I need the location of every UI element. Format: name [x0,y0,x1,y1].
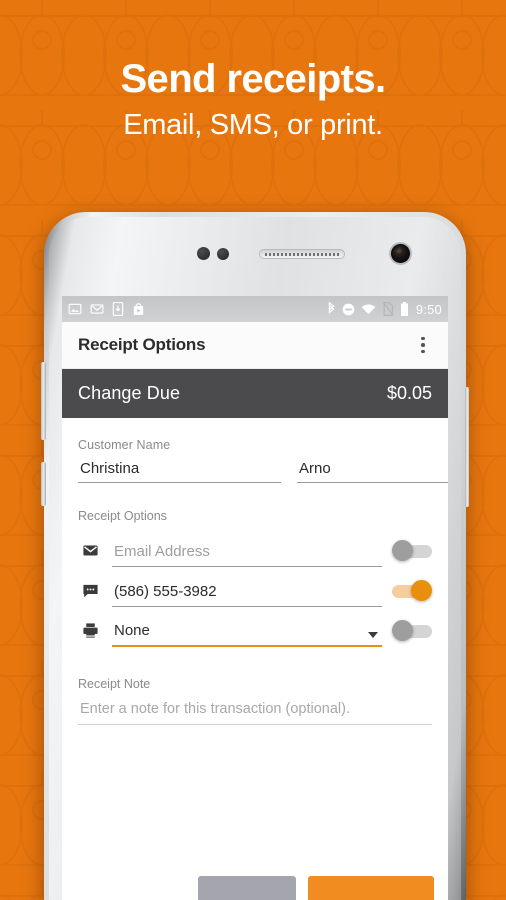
volume-button[interactable] [41,362,46,440]
status-bar-notifications [68,302,145,316]
phone-number-input[interactable] [112,581,382,607]
no-sim-icon [382,302,394,316]
phone-device: 9:50 Receipt Options Change Due $0.05 Cu… [41,212,469,900]
promo-background: Send receipts. Email, SMS, or print. 9:5… [0,0,506,900]
receipt-option-row-sms [78,567,432,607]
speaker-grille [265,253,341,256]
promo-subheadline: Email, SMS, or print. [123,109,383,142]
confirm-button[interactable] [308,876,434,900]
customer-name-label: Customer Name [78,438,171,452]
printer-icon [78,622,102,647]
sms-icon [78,582,102,607]
power-button[interactable] [41,462,46,506]
do-not-disturb-icon [342,303,355,315]
email-toggle[interactable] [392,540,432,562]
printer-select-wrap [112,620,382,647]
receipt-options-label: Receipt Options [78,509,167,523]
earpiece-speaker [259,249,345,259]
image-icon [68,303,82,315]
cancel-button[interactable] [198,876,296,900]
phone-top-bezel [44,224,466,286]
promo-headline-block: Send receipts. Email, SMS, or print. [0,57,506,142]
change-due-banner: Change Due $0.05 [62,369,448,418]
first-name-input[interactable] [78,458,281,483]
promo-headline: Send receipts. [120,57,386,101]
front-camera-icon [391,244,410,263]
play-store-icon [133,303,144,315]
download-icon [112,302,124,316]
print-toggle[interactable] [392,620,432,642]
action-button-bar [62,876,448,900]
light-sensor-icon [217,248,229,260]
status-bar: 9:50 [62,296,448,322]
page-title: Receipt Options [78,335,206,354]
side-button-right[interactable] [465,387,469,507]
email-icon [78,542,102,567]
bluetooth-icon [328,302,335,314]
receipt-note-input[interactable] [78,699,432,725]
last-name-input[interactable] [297,458,448,483]
battery-icon [400,302,408,316]
receipt-option-row-print [78,607,432,647]
receipt-note-label: Receipt Note [78,677,151,691]
receipt-form: Customer Name Receipt Options [62,418,448,900]
change-due-label: Change Due [78,383,181,403]
gmail-icon [90,304,104,314]
printer-select[interactable] [112,620,382,647]
receipt-option-row-email [78,527,432,567]
status-bar-system-icons: 9:50 [327,302,442,317]
overflow-menu-icon[interactable] [410,328,436,362]
change-due-amount: $0.05 [386,383,432,403]
proximity-sensor-icon [197,247,210,260]
chevron-down-icon[interactable] [368,632,378,638]
customer-name-row [78,458,448,483]
sms-input-wrap [112,581,382,607]
email-input[interactable] [112,541,382,567]
app-bar: Receipt Options [62,322,448,369]
wifi-icon [361,303,376,314]
phone-screen: 9:50 Receipt Options Change Due $0.05 Cu… [62,296,448,900]
sms-toggle[interactable] [392,580,432,602]
email-input-wrap [112,541,382,567]
status-bar-clock: 9:50 [415,301,442,317]
